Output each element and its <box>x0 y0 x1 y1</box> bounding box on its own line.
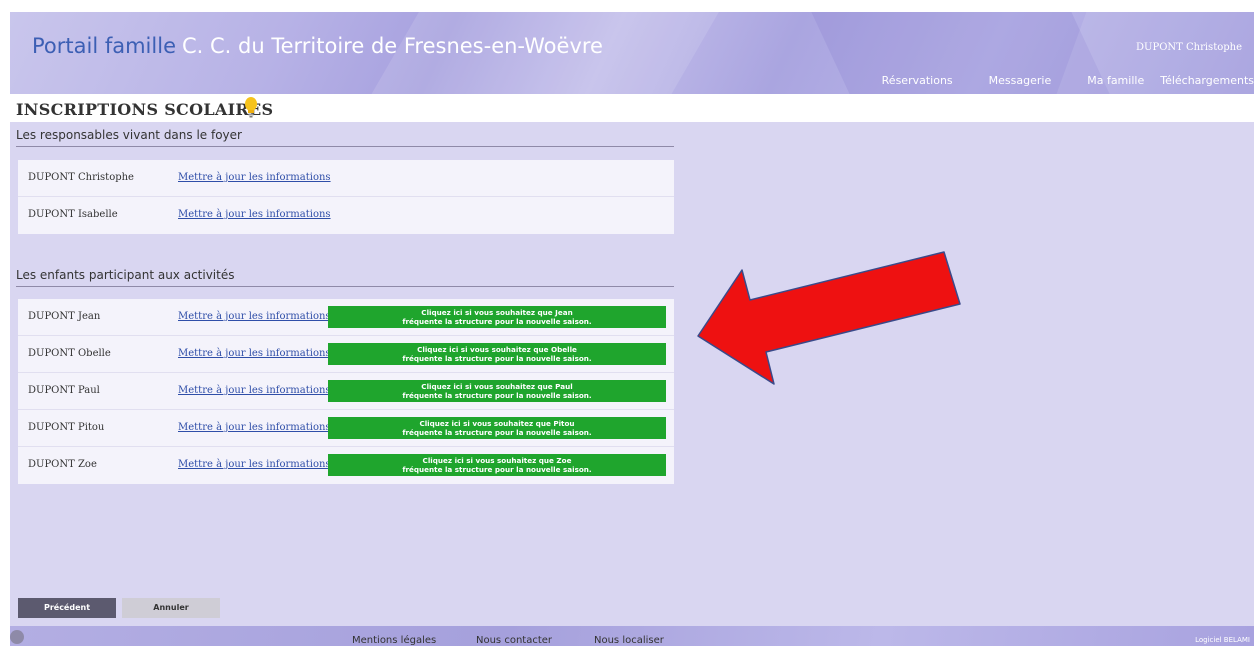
header-banner: Portail famille C. C. du Territoire de Fr… <box>10 12 1254 94</box>
enroll-button-line1: Cliquez ici si vous souhaitez que Jean <box>421 308 573 317</box>
enroll-button-line1: Cliquez ici si vous souhaitez que Pitou <box>419 419 575 428</box>
cancel-button[interactable]: Annuler <box>122 598 220 618</box>
site-title[interactable]: Portail famille C. C. du Territoire de Fr… <box>32 34 603 58</box>
update-info-link[interactable]: Mettre à jour les informations <box>178 172 331 183</box>
enroll-button-line2: fréquente la structure pour la nouvelle … <box>402 317 592 326</box>
responsables-panel: DUPONT Christophe Mettre à jour les info… <box>18 160 674 234</box>
enroll-button-line1: Cliquez ici si vous souhaitez que Obelle <box>417 345 577 354</box>
main-content: Les responsables vivant dans le foyer DU… <box>10 122 1254 626</box>
list-item: DUPONT Obelle Mettre à jour les informat… <box>18 336 674 373</box>
enroll-button[interactable]: Cliquez ici si vous souhaitez que Jean f… <box>328 306 666 328</box>
section-divider <box>16 286 674 287</box>
enfants-panel: DUPONT Jean Mettre à jour les informatio… <box>18 299 674 484</box>
list-item: DUPONT Jean Mettre à jour les informatio… <box>18 299 674 336</box>
page-title-bar: INSCRIPTIONS SCOLAIRES <box>10 94 1254 122</box>
enroll-button-line2: fréquente la structure pour la nouvelle … <box>402 354 592 363</box>
nav-messagerie[interactable]: Messagerie <box>989 74 1052 87</box>
list-item: DUPONT Paul Mettre à jour les informatio… <box>18 373 674 410</box>
list-item: DUPONT Isabelle Mettre à jour les inform… <box>18 197 674 234</box>
footer-logo-icon <box>10 630 24 644</box>
enroll-button-line2: fréquente la structure pour la nouvelle … <box>402 391 592 400</box>
responsable-name: DUPONT Isabelle <box>28 209 118 220</box>
site-title-community: C. C. du Territoire de Fresnes-en-Woëvre <box>182 34 603 58</box>
child-name: DUPONT Pitou <box>28 422 105 433</box>
section-divider <box>16 146 674 147</box>
red-arrow-icon <box>697 251 961 385</box>
left-edge-strip <box>0 94 10 646</box>
update-info-link[interactable]: Mettre à jour les informations <box>178 459 331 470</box>
footer-link-localiser[interactable]: Nous localiser <box>594 635 664 646</box>
update-info-link[interactable]: Mettre à jour les informations <box>178 209 331 220</box>
nav-ma-famille[interactable]: Ma famille <box>1087 74 1144 87</box>
enfants-section-title: Les enfants participant aux activités <box>16 268 235 282</box>
software-credit[interactable]: Logiciel BELAMI <box>1195 636 1250 644</box>
previous-button[interactable]: Précédent <box>18 598 116 618</box>
responsables-section-title: Les responsables vivant dans le foyer <box>16 128 242 142</box>
enroll-button-line2: fréquente la structure pour la nouvelle … <box>402 428 592 437</box>
footer-link-contact[interactable]: Nous contacter <box>476 635 552 646</box>
main-nav: Réservations Messagerie Ma famille Téléc… <box>846 74 1254 87</box>
child-name: DUPONT Obelle <box>28 348 111 359</box>
update-info-link[interactable]: Mettre à jour les informations <box>178 385 331 396</box>
lightbulb-icon <box>245 97 257 118</box>
footer-link-mentions[interactable]: Mentions légales <box>352 635 436 646</box>
site-title-portal: Portail famille <box>32 34 176 58</box>
enroll-button-line2: fréquente la structure pour la nouvelle … <box>402 465 592 474</box>
update-info-link[interactable]: Mettre à jour les informations <box>178 311 331 322</box>
enroll-button[interactable]: Cliquez ici si vous souhaitez que Obelle… <box>328 343 666 365</box>
list-item: DUPONT Christophe Mettre à jour les info… <box>18 160 674 197</box>
child-name: DUPONT Jean <box>28 311 101 322</box>
nav-reservations[interactable]: Réservations <box>882 74 953 87</box>
enroll-button[interactable]: Cliquez ici si vous souhaitez que Paul f… <box>328 380 666 402</box>
enroll-button[interactable]: Cliquez ici si vous souhaitez que Pitou … <box>328 417 666 439</box>
enroll-button[interactable]: Cliquez ici si vous souhaitez que Zoe fr… <box>328 454 666 476</box>
page-title: INSCRIPTIONS SCOLAIRES <box>16 100 274 119</box>
list-item: DUPONT Pitou Mettre à jour les informati… <box>18 410 674 447</box>
enroll-button-line1: Cliquez ici si vous souhaitez que Paul <box>421 382 573 391</box>
child-name: DUPONT Zoe <box>28 459 97 470</box>
current-user-name[interactable]: DUPONT Christophe <box>1136 42 1242 53</box>
responsable-name: DUPONT Christophe <box>28 172 134 183</box>
list-item: DUPONT Zoe Mettre à jour les information… <box>18 447 674 484</box>
enroll-button-line1: Cliquez ici si vous souhaitez que Zoe <box>422 456 572 465</box>
footer: Mentions légales Nous contacter Nous loc… <box>10 626 1254 646</box>
update-info-link[interactable]: Mettre à jour les informations <box>178 422 331 433</box>
child-name: DUPONT Paul <box>28 385 100 396</box>
update-info-link[interactable]: Mettre à jour les informations <box>178 348 331 359</box>
nav-telechargements[interactable]: Téléchargements <box>1160 74 1254 87</box>
